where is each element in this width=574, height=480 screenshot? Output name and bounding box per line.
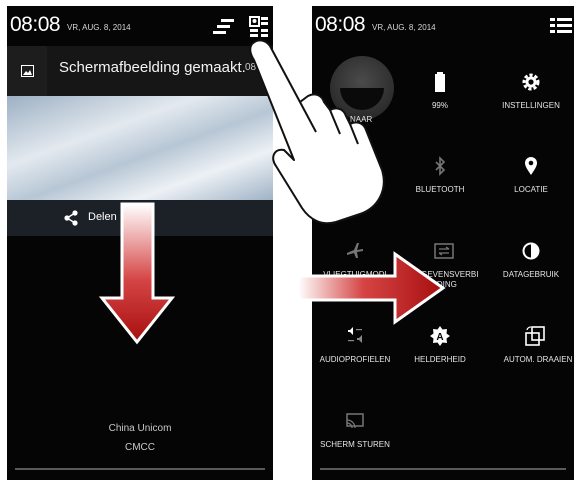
tile-user[interactable]: NAAR — [312, 78, 396, 158]
brightness-auto-icon: A — [430, 326, 450, 346]
tile-settings-label: INSTELLINGEN — [502, 101, 560, 110]
svg-text:A: A — [436, 332, 443, 343]
tile-wifi-label: FI — [350, 185, 358, 194]
share-icon — [64, 210, 78, 226]
notification-icon-area — [7, 46, 47, 96]
carrier-2: CMCC — [125, 442, 155, 453]
auto-rotate-icon — [525, 326, 545, 346]
tile-battery[interactable]: 99% — [397, 64, 483, 144]
tile-cast-label: SCHERM STUREN — [320, 440, 390, 449]
tile-location[interactable]: LOCATIE — [488, 148, 574, 228]
image-icon — [21, 65, 34, 77]
quick-settings-icon[interactable] — [249, 16, 269, 38]
tile-audio-label: AUDIOPROFIELEN — [319, 355, 391, 364]
tile-battery-label: 99% — [431, 101, 448, 110]
drag-handle[interactable] — [15, 468, 265, 470]
tile-audio[interactable]: AUDIOPROFIELEN — [312, 318, 398, 398]
audio-profile-icon — [348, 327, 362, 343]
tile-airplane-text: VLIEGTUIGMODI — [312, 233, 398, 313]
screenshot-notification[interactable]: Schermafbeelding gemaakt. 08: — [7, 46, 273, 96]
left-phone-screen: 08:08 VR, AUG. 8, 2014 Schermafbeelding … — [7, 6, 273, 480]
tile-rotate-label: AUTOM. DRAAIEN — [503, 355, 573, 364]
clock: 08:08 — [10, 13, 61, 36]
notifications-list-icon[interactable] — [550, 17, 572, 35]
notification-title: Schermafbeelding gemaakt. — [59, 59, 246, 76]
tile-wifi[interactable]: FI — [312, 148, 396, 228]
clock: 08:08 — [315, 13, 366, 36]
tile-data-text: GEGEVENSVERBINDING — [401, 233, 487, 313]
battery-icon — [435, 72, 445, 92]
carrier-1: China Unicom — [108, 423, 172, 434]
tile-rotate[interactable]: AUTOM. DRAAIEN — [492, 318, 574, 398]
share-button[interactable]: Delen — [7, 200, 273, 236]
notification-time: 08: — [245, 62, 259, 73]
date: VR, AUG. 8, 2014 — [67, 23, 131, 32]
gear-icon — [522, 73, 540, 91]
tile-brightness[interactable]: A HELDERHEID — [397, 318, 483, 398]
tile-user-label: NAAR — [350, 115, 373, 124]
screenshot-preview — [7, 96, 273, 200]
status-bar: 08:08 VR, AUG. 8, 2014 — [312, 6, 574, 46]
status-bar: 08:08 VR, AUG. 8, 2014 — [7, 6, 273, 46]
date: VR, AUG. 8, 2014 — [372, 23, 436, 32]
tile-airplane-label: VLIEGTUIGMODI — [323, 270, 387, 279]
tile-usage[interactable]: DATAGEBRUIK — [488, 233, 574, 313]
drag-handle[interactable] — [320, 468, 566, 470]
tile-bluetooth-label: BLUETOOTH — [415, 185, 465, 194]
location-pin-icon — [525, 157, 537, 175]
tile-bluetooth-text: BLUETOOTH — [397, 148, 483, 228]
tile-brightness-label: HELDERHEID — [414, 355, 466, 364]
share-label: Delen — [88, 211, 117, 223]
tile-settings[interactable]: INSTELLINGEN — [488, 64, 574, 144]
tile-location-label: LOCATIE — [514, 185, 548, 194]
tile-usage-label: DATAGEBRUIK — [502, 270, 560, 279]
tile-data-label: GEGEVENSVERBINDING — [409, 270, 479, 289]
right-phone-screen: 08:08 VR, AUG. 8, 2014 NAAR 99% INSTELLI… — [312, 6, 574, 480]
data-usage-icon — [522, 242, 540, 260]
clear-notifications-icon[interactable] — [213, 18, 235, 36]
